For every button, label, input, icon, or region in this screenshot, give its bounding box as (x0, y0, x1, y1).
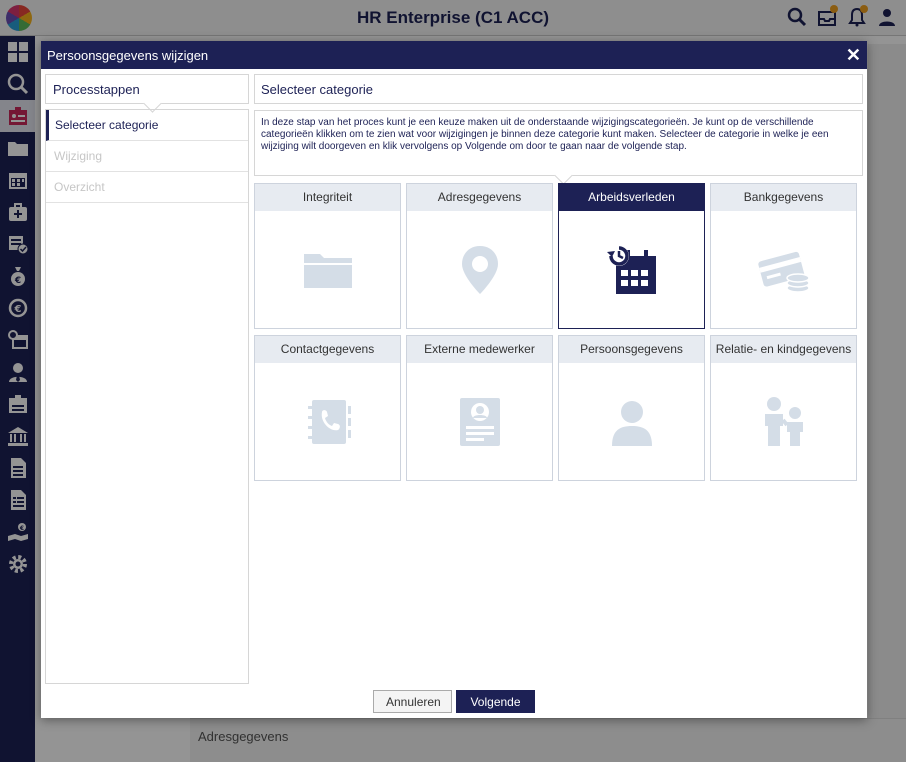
category-adresgegevens[interactable]: Adresgegevens (406, 183, 553, 329)
step-select-category[interactable]: Selecteer categorie (46, 110, 248, 141)
category-grid: Integriteit Adresgegevens Arbeidsverlede… (254, 183, 858, 481)
category-arbeidsverleden[interactable]: Arbeidsverleden (558, 183, 705, 329)
category-label: Adresgegevens (407, 184, 552, 211)
folder-icon (255, 211, 400, 328)
location-pin-icon (407, 211, 552, 328)
dialog-title: Persoonsgegevens wijzigen (47, 47, 209, 63)
close-icon[interactable]: ✕ (846, 46, 861, 64)
category-label: Relatie- en kindgegevens (711, 336, 856, 363)
category-label: Arbeidsverleden (559, 184, 704, 211)
step-overview: Overzicht (46, 172, 248, 203)
category-label: Integriteit (255, 184, 400, 211)
parent-child-icon (711, 363, 856, 480)
category-relatie-en-kindgegevens[interactable]: Relatie- en kindgegevens (710, 335, 857, 481)
category-label: Bankgegevens (711, 184, 856, 211)
calendar-history-icon (559, 211, 704, 328)
instruction-text: In deze stap van het proces kunt je een … (254, 110, 863, 176)
category-label: Contactgegevens (255, 336, 400, 363)
phonebook-icon (255, 363, 400, 480)
category-label: Persoonsgegevens (559, 336, 704, 363)
category-bankgegevens[interactable]: Bankgegevens (710, 183, 857, 329)
dialog-footer: Annuleren Volgende (41, 690, 867, 713)
bank-card-coins-icon (711, 211, 856, 328)
process-steps-list: Selecteer categorie Wijziging Overzicht (45, 109, 249, 684)
step-change: Wijziging (46, 141, 248, 172)
process-steps-header: Processtappen (45, 74, 249, 104)
id-badge-icon (407, 363, 552, 480)
category-persoonsgegevens[interactable]: Persoonsgegevens (558, 335, 705, 481)
dialog-header: Persoonsgegevens wijzigen ✕ (41, 41, 867, 69)
category-integriteit[interactable]: Integriteit (254, 183, 401, 329)
category-externe-medewerker[interactable]: Externe medewerker (406, 335, 553, 481)
change-personal-data-dialog: Persoonsgegevens wijzigen ✕ Processtappe… (41, 41, 867, 718)
person-icon (559, 363, 704, 480)
next-button[interactable]: Volgende (456, 690, 535, 713)
category-contactgegevens[interactable]: Contactgegevens (254, 335, 401, 481)
cancel-button[interactable]: Annuleren (373, 690, 452, 713)
category-label: Externe medewerker (407, 336, 552, 363)
select-category-header: Selecteer categorie (254, 74, 863, 104)
